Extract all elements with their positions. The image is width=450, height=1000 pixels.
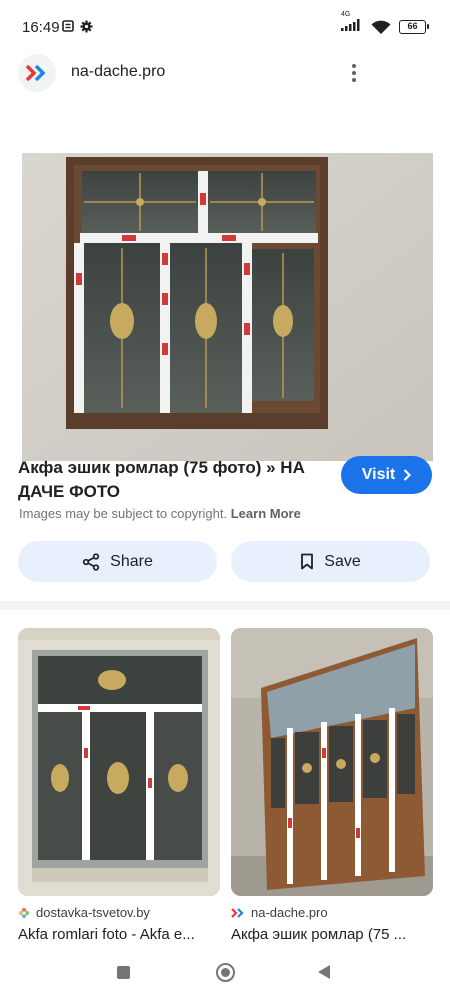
related-title[interactable]: Акфа эшик ромлар (75 ... xyxy=(231,926,431,943)
copyright-notice: Images may be subject to copyright. Lear… xyxy=(19,506,301,521)
related-source-name: dostavka-tsvetov.by xyxy=(36,905,150,920)
share-icon xyxy=(82,552,100,571)
visit-label: Visit xyxy=(361,466,396,483)
window-photo xyxy=(22,153,433,461)
status-notification-icons xyxy=(62,20,93,33)
home-icon[interactable] xyxy=(216,963,235,982)
site-header: na-dache.pro xyxy=(0,48,450,98)
related-image[interactable] xyxy=(231,628,433,896)
related-image[interactable] xyxy=(18,628,220,896)
copyright-text: Images may be subject to copyright. xyxy=(19,506,228,521)
chevron-double-right-icon xyxy=(26,65,46,81)
message-icon xyxy=(62,20,74,32)
status-right-icons: 4G 66 xyxy=(341,11,429,36)
door-photo xyxy=(18,628,220,896)
gear-icon xyxy=(80,20,93,33)
related-source: dostavka-tsvetov.by xyxy=(18,905,220,920)
related-source-name: na-dache.pro xyxy=(251,905,328,920)
save-label: Save xyxy=(324,552,361,570)
site-favicon[interactable] xyxy=(18,54,56,92)
wifi-icon xyxy=(371,20,391,34)
share-label: Share xyxy=(110,552,153,570)
recents-icon[interactable] xyxy=(117,966,130,979)
related-source: na-dache.pro xyxy=(231,905,433,920)
flower-icon xyxy=(18,907,30,918)
save-button[interactable]: Save xyxy=(231,541,430,582)
status-time: 16:49 xyxy=(22,19,60,36)
chevron-right-icon xyxy=(403,469,412,481)
related-card[interactable]: na-dache.pro Акфа эшик ромлар (75 ... xyxy=(231,628,433,943)
more-options-icon[interactable] xyxy=(344,58,364,88)
section-divider xyxy=(0,601,450,610)
share-button[interactable]: Share xyxy=(18,541,217,582)
door-photo xyxy=(231,628,433,896)
visit-button[interactable]: Visit xyxy=(341,456,432,494)
chevron-double-right-icon xyxy=(231,907,244,918)
bookmark-icon xyxy=(301,553,314,570)
result-title[interactable]: Акфа эшик ромлар (75 фото) » НА ДАЧЕ ФОТ… xyxy=(18,456,334,504)
related-card[interactable]: dostavka-tsvetov.by Akfa romlari foto - … xyxy=(18,628,220,943)
signal-icon: 4G xyxy=(341,11,363,36)
network-label: 4G xyxy=(341,11,351,18)
learn-more-link[interactable]: Learn More xyxy=(231,506,301,521)
battery-indicator: 66 xyxy=(399,20,429,34)
system-nav-bar xyxy=(0,946,450,1000)
site-name[interactable]: na-dache.pro xyxy=(71,63,165,81)
main-image[interactable] xyxy=(22,153,433,461)
related-title[interactable]: Akfa romlari foto - Akfa e... xyxy=(18,926,218,943)
back-icon[interactable] xyxy=(318,965,330,979)
